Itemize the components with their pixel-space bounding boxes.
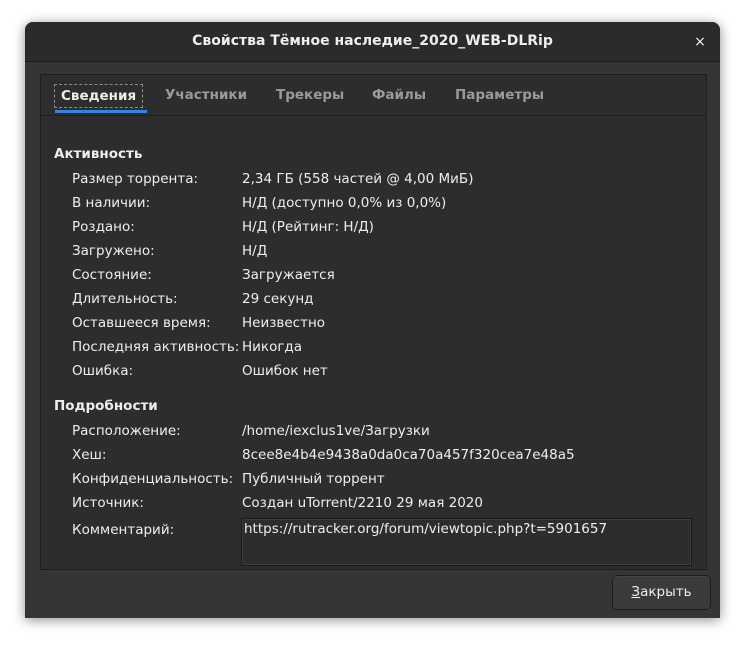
state-label: Состояние: [72, 267, 152, 283]
window-title: Свойства Тёмное наследие_2020_WEB-DLRip [192, 33, 553, 49]
hash-label: Хеш: [72, 447, 107, 463]
remaining-time-label: Оставшееся время: [72, 315, 211, 331]
origin-label: Источник: [72, 495, 144, 511]
tab-files[interactable]: Файлы [366, 84, 432, 106]
origin-value: Создан uTorrent/2210 29 мая 2020 [242, 495, 483, 511]
location-label: Расположение: [72, 423, 181, 439]
close-button[interactable]: Закрыть [612, 575, 711, 610]
activity-heading: Активность [54, 146, 143, 162]
error-value: Ошибок нет [242, 363, 328, 379]
availability-value: Н/Д (доступно 0,0% из 0,0%) [242, 195, 447, 211]
last-activity-label: Последняя активность: [72, 339, 240, 355]
properties-dialog: Свойства Тёмное наследие_2020_WEB-DLRip … [25, 22, 720, 618]
running-time-value: 29 секунд [242, 291, 314, 307]
comment-field[interactable]: https://rutracker.org/forum/viewtopic.ph… [241, 518, 692, 566]
tab-bar: Сведения Участники Трекеры Файлы Парамет… [41, 75, 706, 116]
torrent-size-label: Размер торрента: [72, 171, 199, 187]
notebook: Сведения Участники Трекеры Файлы Парамет… [40, 74, 707, 570]
availability-label: В наличии: [72, 195, 151, 211]
titlebar[interactable]: Свойства Тёмное наследие_2020_WEB-DLRip … [25, 22, 720, 62]
active-tab-indicator [55, 110, 147, 113]
torrent-size-value: 2,34 ГБ (558 частей @ 4,00 МиБ) [242, 171, 474, 187]
last-activity-value: Никогда [242, 339, 303, 355]
close-button-label: акрыть [640, 584, 692, 600]
downloaded-value: Н/Д [242, 243, 268, 259]
downloaded-label: Загружено: [72, 243, 155, 259]
close-button-mnemonic: З [631, 584, 641, 600]
tab-info[interactable]: Сведения [54, 84, 144, 108]
comment-text: https://rutracker.org/forum/viewtopic.ph… [244, 521, 608, 537]
hash-value[interactable]: 8cee8e4b4e9438a0da0ca70a457f320cea7e48a5 [242, 447, 575, 463]
tab-peers[interactable]: Участники [159, 84, 253, 106]
close-icon[interactable]: × [690, 32, 710, 52]
error-label: Ошибка: [72, 363, 134, 379]
location-value[interactable]: /home/iexclus1ve/Загрузки [242, 423, 430, 439]
tab-trackers[interactable]: Трекеры [270, 84, 350, 106]
uploaded-value: Н/Д (Рейтинг: Н/Д) [242, 219, 374, 235]
uploaded-label: Роздано: [72, 219, 135, 235]
remaining-time-value: Неизвестно [242, 315, 326, 331]
comment-label: Комментарий: [72, 522, 175, 538]
tab-options[interactable]: Параметры [449, 84, 550, 106]
privacy-value: Публичный торрент [242, 471, 385, 487]
details-heading: Подробности [54, 398, 158, 414]
running-time-label: Длительность: [72, 291, 178, 307]
state-value: Загружается [242, 267, 335, 283]
privacy-label: Конфиденциальность: [72, 471, 234, 487]
